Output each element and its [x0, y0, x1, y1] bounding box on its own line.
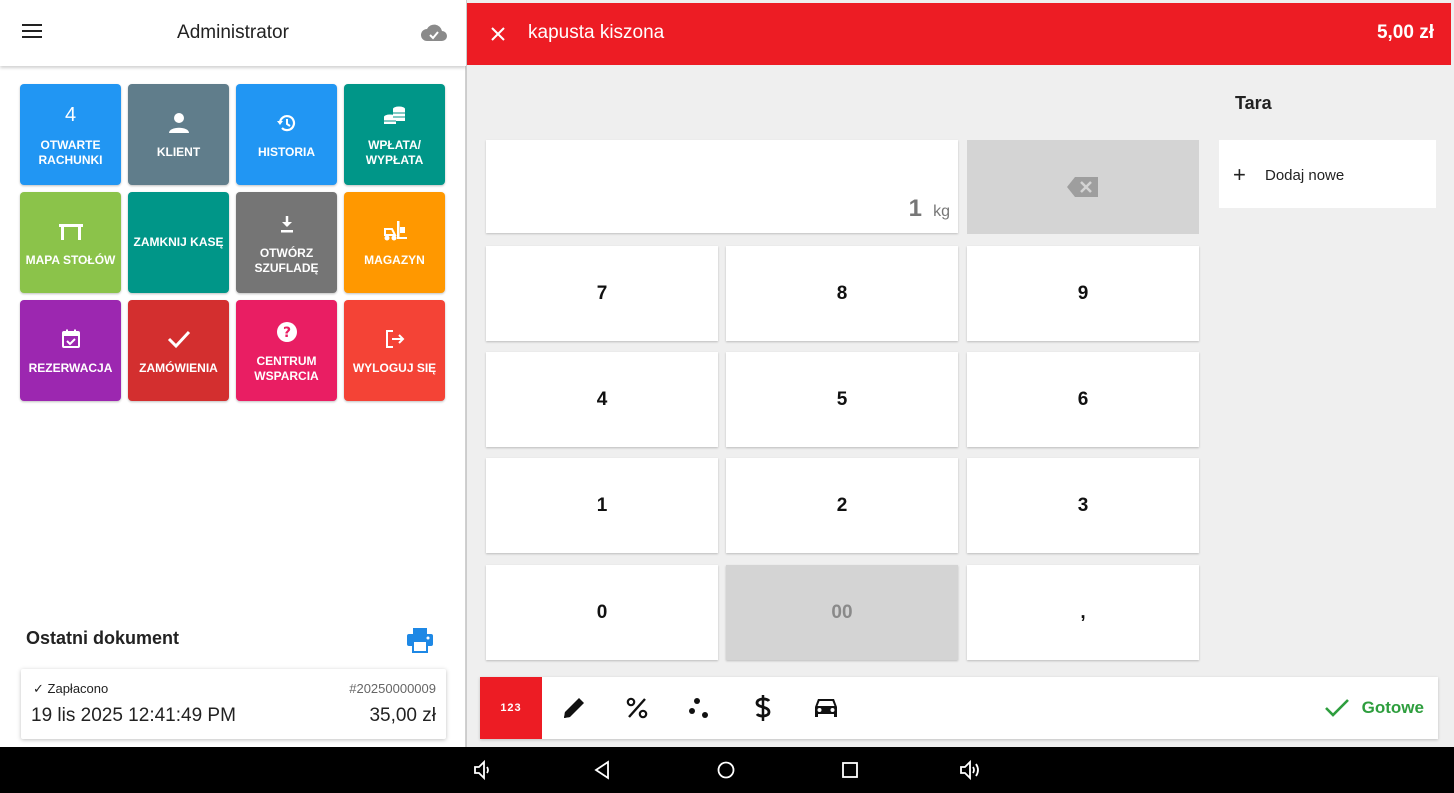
table-icon: [58, 217, 84, 245]
payment-status: ✓ Zapłacono: [33, 681, 109, 696]
svg-text:?: ?: [282, 325, 290, 341]
plus-icon: +: [1233, 162, 1246, 187]
cloud-sync-icon[interactable]: [420, 22, 448, 44]
key-6[interactable]: 6: [967, 352, 1199, 447]
document-date: 19 lis 2025 12:41:49 PM: [31, 705, 236, 726]
tile-open-bills[interactable]: 4 OTWARTE RACHUNKI: [20, 84, 121, 185]
tile-support[interactable]: ? CENTRUM WSPARCIA: [236, 300, 337, 401]
done-button[interactable]: Gotowe: [1324, 677, 1424, 739]
tile-label: ZAMÓWIENIA: [139, 361, 218, 375]
volume-down-icon[interactable]: [471, 758, 495, 782]
tile-label: REZERWACJA: [28, 361, 113, 375]
check-icon: [1324, 699, 1349, 717]
coins-icon: [382, 102, 408, 130]
tile-close-register[interactable]: ZAMKNIJ KASĘ: [128, 192, 229, 293]
dots-icon: [689, 698, 708, 718]
tile-history[interactable]: HISTORIA: [236, 84, 337, 185]
document-number: #20250000009: [349, 681, 436, 696]
key-3[interactable]: 3: [967, 458, 1199, 553]
dollar-icon: [755, 695, 771, 721]
check-icon: [167, 325, 191, 353]
tile-label: CENTRUM WSPARCIA: [254, 353, 319, 383]
percent-icon: [626, 697, 648, 719]
tile-cash-in-out[interactable]: WPŁATA/ WYPŁATA: [344, 84, 445, 185]
logout-icon: [384, 325, 406, 353]
key-9[interactable]: 9: [967, 246, 1199, 341]
right-panel: kapusta kiszona 5,00 zł 1 kg 7 8 9 4 5 6…: [466, 0, 1454, 747]
tile-client[interactable]: KLIENT: [128, 84, 229, 185]
key-7[interactable]: 7: [486, 246, 718, 341]
tile-label: KLIENT: [156, 145, 201, 159]
backspace-icon: [1067, 177, 1098, 197]
tile-label: WPŁATA/ WYPŁATA: [365, 137, 424, 167]
tile-reservation[interactable]: REZERWACJA: [20, 300, 121, 401]
product-price: 5,00 zł: [1376, 22, 1434, 43]
volume-up-icon[interactable]: [958, 758, 982, 782]
numeric-mode-button[interactable]: 123: [480, 677, 542, 739]
product-name: kapusta kiszona: [528, 22, 665, 43]
left-panel: Administrator 4 OTWARTE RACHUNKI KLIENT …: [0, 0, 466, 747]
tile-label: MAGAZYN: [364, 253, 425, 267]
tare-title: Tara: [1235, 93, 1272, 113]
print-icon[interactable]: [406, 627, 434, 653]
pencil-icon: [564, 698, 584, 718]
tile-label: MAPA STOŁÓW: [25, 253, 116, 267]
tile-table-map[interactable]: MAPA STOŁÓW: [20, 192, 121, 293]
back-icon[interactable]: [590, 758, 614, 782]
open-bills-count: 4: [64, 104, 77, 126]
calendar-check-icon: [61, 325, 81, 353]
quantity-value: 1: [908, 195, 922, 222]
tile-label: OTWARTE RACHUNKI: [38, 137, 103, 167]
key-1[interactable]: 1: [486, 458, 718, 553]
quantity-unit: kg: [933, 203, 950, 220]
delivery-button[interactable]: [795, 677, 857, 739]
done-label: Gotowe: [1361, 698, 1424, 717]
split-button[interactable]: [669, 677, 731, 739]
add-tare-label: Dodaj nowe: [1265, 167, 1345, 184]
tile-warehouse[interactable]: MAGAZYN: [344, 192, 445, 293]
document-amount: 35,00 zł: [369, 705, 436, 726]
history-icon: [276, 109, 298, 137]
key-0[interactable]: 0: [486, 565, 718, 660]
user-title: Administrator: [177, 22, 289, 43]
download-icon: [277, 210, 297, 238]
recents-icon[interactable]: [838, 758, 862, 782]
forklift-icon: [382, 217, 408, 245]
product-header: kapusta kiszona 5,00 zł: [467, 3, 1451, 65]
discount-button[interactable]: [606, 677, 668, 739]
close-icon[interactable]: [489, 25, 507, 43]
tile-orders[interactable]: ZAMÓWIENIA: [128, 300, 229, 401]
left-header: Administrator: [0, 0, 466, 66]
tile-open-drawer[interactable]: OTWÓRZ SZUFLADĘ: [236, 192, 337, 293]
edit-button[interactable]: [543, 677, 605, 739]
key-8[interactable]: 8: [726, 246, 958, 341]
tile-label: HISTORIA: [257, 145, 316, 159]
tile-logout[interactable]: WYLOGUJ SIĘ: [344, 300, 445, 401]
tile-label: ZAMKNIJ KASĘ: [133, 235, 224, 249]
key-00: 00: [726, 565, 958, 660]
tile-label: OTWÓRZ SZUFLADĘ: [254, 245, 319, 275]
car-icon: [815, 699, 837, 717]
quantity-display: 1 kg: [486, 140, 958, 233]
help-icon: ?: [276, 318, 298, 346]
price-button[interactable]: [732, 677, 794, 739]
key-4[interactable]: 4: [486, 352, 718, 447]
system-navigation-bar: [0, 747, 1454, 793]
key-2[interactable]: 2: [726, 458, 958, 553]
action-tiles-grid: 4 OTWARTE RACHUNKI KLIENT HISTORIA WPŁAT…: [20, 84, 448, 401]
last-document-title: Ostatni dokument: [26, 628, 180, 648]
check-icon: ✓: [33, 681, 44, 696]
key-5[interactable]: 5: [726, 352, 958, 447]
bottom-toolbar: 123 Gotowe: [480, 677, 1438, 739]
key-comma[interactable]: ,: [967, 565, 1199, 660]
person-icon: [168, 109, 190, 137]
tile-label: WYLOGUJ SIĘ: [352, 361, 437, 375]
home-icon[interactable]: [714, 758, 738, 782]
add-tare-button[interactable]: + Dodaj nowe: [1219, 140, 1436, 208]
backspace-button[interactable]: [967, 140, 1199, 234]
last-document-card[interactable]: ✓ Zapłacono #20250000009 19 lis 2025 12:…: [21, 669, 446, 739]
